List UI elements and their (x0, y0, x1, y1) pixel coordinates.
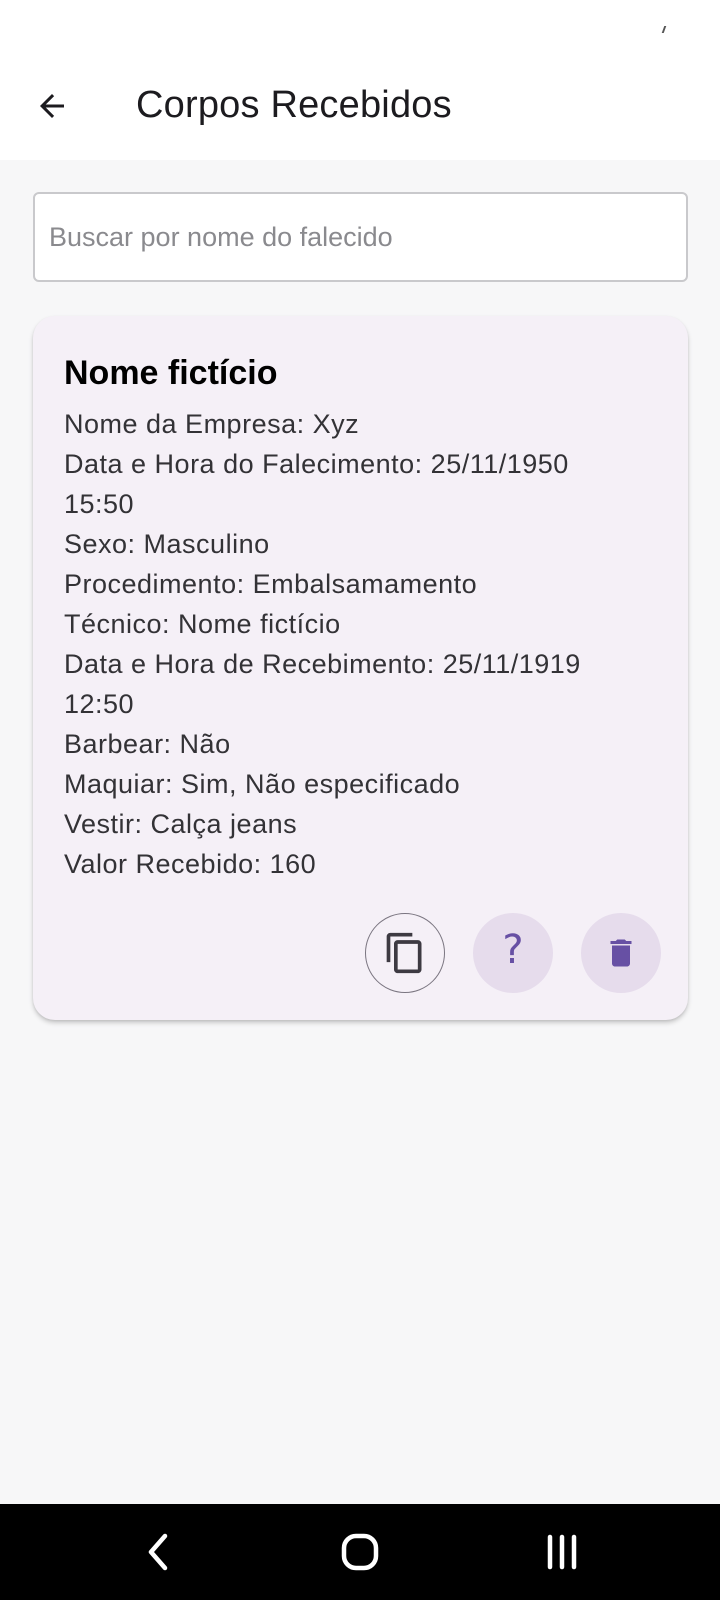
help-button[interactable]: ? (473, 913, 553, 993)
back-button[interactable] (22, 76, 82, 136)
field-received-datetime: Data e Hora de Recebimento: 25/11/1919 (64, 649, 581, 679)
delete-icon (610, 939, 632, 967)
field-dress: Vestir: Calça jeans (64, 809, 298, 839)
field-amount-received: Valor Recebido: 160 (64, 849, 317, 879)
page-title: Corpos Recebidos (136, 84, 452, 126)
copy-button[interactable] (365, 913, 445, 993)
field-sex: Sexo: Masculino (64, 529, 270, 559)
app-bar: Corpos Recebidos (0, 56, 720, 160)
copy-icon (386, 932, 422, 974)
nav-home-button[interactable] (325, 1522, 395, 1582)
field-company: Nome da Empresa: Xyz (64, 409, 360, 439)
record-fields: Nome da Empresa: Xyz Data e Hora do Fale… (64, 404, 654, 884)
field-received-time: 12:50 (64, 689, 135, 719)
record-title: Nome fictício (64, 354, 278, 392)
status-bar (0, 0, 720, 56)
record-actions: ? (365, 913, 661, 993)
record-card: Nome fictício Nome da Empresa: Xyz Data … (33, 316, 688, 1020)
field-procedure: Procedimento: Embalsamamento (64, 569, 478, 599)
field-death-datetime: Data e Hora do Falecimento: 25/11/1950 (64, 449, 569, 479)
nav-home-icon (341, 1533, 379, 1571)
status-indicator (661, 26, 668, 33)
field-death-time: 15:50 (64, 489, 135, 519)
nav-recents-button[interactable] (527, 1522, 597, 1582)
nav-back-button[interactable] (123, 1522, 193, 1582)
field-shave: Barbear: Não (64, 729, 231, 759)
nav-recents-icon (547, 1534, 577, 1570)
nav-back-icon (148, 1533, 168, 1571)
system-navigation-bar (0, 1504, 720, 1600)
delete-button[interactable] (581, 913, 661, 993)
field-technician: Técnico: Nome fictício (64, 609, 341, 639)
search-input[interactable] (33, 192, 688, 282)
field-makeup: Maquiar: Sim, Não especificado (64, 769, 461, 799)
arrow-back-icon (40, 94, 64, 118)
help-icon: ? (502, 927, 524, 973)
